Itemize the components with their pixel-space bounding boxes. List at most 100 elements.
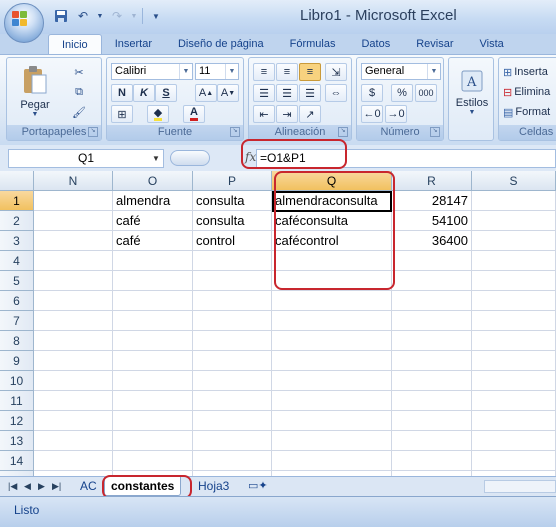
cell-n10[interactable] [34, 371, 113, 391]
row-header-11[interactable]: 11 [0, 391, 34, 411]
cell-r5[interactable] [392, 271, 472, 291]
cell-q11[interactable] [272, 391, 392, 411]
format-cells-button[interactable]: ▤ Format [503, 103, 550, 121]
cell-q10[interactable] [272, 371, 392, 391]
cell-r9[interactable] [392, 351, 472, 371]
cell-r3[interactable]: 36400 [392, 231, 472, 251]
grow-font-button[interactable]: A ▲ [195, 84, 217, 102]
align-top-icon[interactable]: ≡ [253, 63, 275, 81]
cell-r8[interactable] [392, 331, 472, 351]
increase-indent-icon[interactable]: ⇥ [276, 105, 298, 123]
cell-o7[interactable] [113, 311, 193, 331]
align-right-icon[interactable]: ☰ [299, 84, 321, 102]
cell-n8[interactable] [34, 331, 113, 351]
borders-icon[interactable]: ⊞ [111, 105, 133, 123]
undo-dropdown-icon[interactable]: ▼ [96, 7, 104, 25]
cell-p11[interactable] [193, 391, 272, 411]
cell-n2[interactable] [34, 211, 113, 231]
cell-r13[interactable] [392, 431, 472, 451]
column-header-o[interactable]: O [113, 171, 193, 191]
cell-p12[interactable] [193, 411, 272, 431]
cell-p4[interactable] [193, 251, 272, 271]
cell-s12[interactable] [472, 411, 556, 431]
column-header-r[interactable]: R [392, 171, 472, 191]
row-header-12[interactable]: 12 [0, 411, 34, 431]
cell-n3[interactable] [34, 231, 113, 251]
fill-color-icon[interactable]: ◆ [147, 105, 169, 123]
cell-n13[interactable] [34, 431, 113, 451]
cell-n1[interactable] [34, 191, 113, 211]
paste-button[interactable]: Pegar ▼ [15, 62, 55, 120]
tab-insertar[interactable]: Insertar [102, 34, 165, 54]
cell-p14[interactable] [193, 451, 272, 471]
cell-q13[interactable] [272, 431, 392, 451]
cell-s10[interactable] [472, 371, 556, 391]
redo-dropdown-icon[interactable]: ▼ [130, 7, 138, 25]
cell-o6[interactable] [113, 291, 193, 311]
insert-cells-button[interactable]: ⊞ Inserta [503, 63, 548, 81]
row-header-2[interactable]: 2 [0, 211, 34, 231]
cell-o5[interactable] [113, 271, 193, 291]
row-header-4[interactable]: 4 [0, 251, 34, 271]
styles-button[interactable]: A Estilos ▼ [451, 62, 493, 122]
cell-o12[interactable] [113, 411, 193, 431]
align-left-icon[interactable]: ☰ [253, 84, 275, 102]
cell-q12[interactable] [272, 411, 392, 431]
cell-o8[interactable] [113, 331, 193, 351]
cell-r1[interactable]: 28147 [392, 191, 472, 211]
cut-icon[interactable]: ✂ [69, 63, 89, 81]
chevron-down-icon[interactable]: ▼ [179, 64, 192, 79]
underline-button[interactable]: S [155, 84, 177, 102]
row-header-14[interactable]: 14 [0, 451, 34, 471]
cell-n11[interactable] [34, 391, 113, 411]
font-color-icon[interactable]: A [183, 105, 205, 123]
cell-o1[interactable]: almendra [113, 191, 193, 211]
column-header-n[interactable]: N [34, 171, 113, 191]
decrease-indent-icon[interactable]: ⇤ [253, 105, 275, 123]
redo-icon[interactable]: ↷ [108, 7, 126, 25]
cell-p13[interactable] [193, 431, 272, 451]
cell-n7[interactable] [34, 311, 113, 331]
chevron-down-icon[interactable]: ▼ [152, 149, 164, 168]
cell-r4[interactable] [392, 251, 472, 271]
cell-r14[interactable] [392, 451, 472, 471]
formula-bar-resize-handle[interactable] [170, 150, 210, 166]
cell-n9[interactable] [34, 351, 113, 371]
row-header-13[interactable]: 13 [0, 431, 34, 451]
bold-button[interactable]: N [111, 84, 133, 102]
cell-p1[interactable]: consulta [193, 191, 272, 211]
cell-r7[interactable] [392, 311, 472, 331]
cell-p8[interactable] [193, 331, 272, 351]
copy-icon[interactable]: ⧉ [69, 83, 89, 101]
tab-inicio[interactable]: Inicio [48, 34, 102, 56]
dialog-launcher-icon[interactable]: ↘ [230, 127, 240, 137]
dialog-launcher-icon[interactable]: ↘ [88, 127, 98, 137]
cell-o4[interactable] [113, 251, 193, 271]
cell-p7[interactable] [193, 311, 272, 331]
cell-s5[interactable] [472, 271, 556, 291]
tab-vista[interactable]: Vista [467, 34, 517, 54]
shrink-font-button[interactable]: A ▼ [217, 84, 239, 102]
cell-s14[interactable] [472, 451, 556, 471]
select-all-corner[interactable] [0, 171, 34, 191]
column-header-s[interactable]: S [472, 171, 556, 191]
cell-r6[interactable] [392, 291, 472, 311]
chevron-down-icon[interactable]: ▼ [147, 7, 165, 25]
cell-s1[interactable] [472, 191, 556, 211]
cell-o10[interactable] [113, 371, 193, 391]
cell-r2[interactable]: 54100 [392, 211, 472, 231]
cell-o3[interactable]: café [113, 231, 193, 251]
cell-q14[interactable] [272, 451, 392, 471]
tab-datos[interactable]: Datos [348, 34, 403, 54]
cell-p9[interactable] [193, 351, 272, 371]
last-sheet-icon[interactable]: ▶| [52, 481, 61, 492]
align-center-icon[interactable]: ☰ [276, 84, 298, 102]
cell-s4[interactable] [472, 251, 556, 271]
row-header-3[interactable]: 3 [0, 231, 34, 251]
cell-s6[interactable] [472, 291, 556, 311]
chevron-down-icon[interactable]: ▼ [427, 64, 440, 79]
cell-n4[interactable] [34, 251, 113, 271]
cell-p5[interactable] [193, 271, 272, 291]
thousands-button[interactable]: 000 [415, 84, 437, 102]
cell-s13[interactable] [472, 431, 556, 451]
